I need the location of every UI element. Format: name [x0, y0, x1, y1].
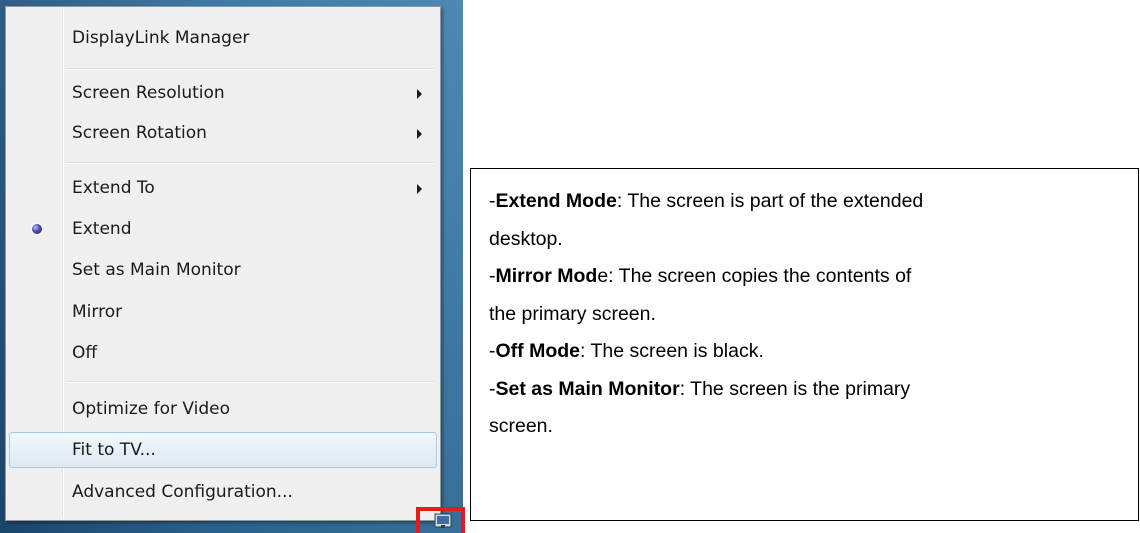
- desc-line-mirror-mode: -Mirror Mode: The screen copies the cont…: [489, 258, 1138, 296]
- desc-text: : The screen is part of the extended: [616, 190, 924, 212]
- menu-item-off[interactable]: Off: [9, 335, 437, 371]
- menu-item-label: DisplayLink Manager: [72, 28, 250, 48]
- menu-separator: [66, 68, 434, 70]
- menu-item-advanced-configuration[interactable]: Advanced Configuration...: [9, 474, 437, 510]
- desc-term-off-mode: Off Mode: [495, 340, 580, 362]
- submenu-arrow-icon: [417, 129, 422, 139]
- displaylink-tray-icon-graphic: [434, 513, 452, 528]
- desc-text: screen.: [489, 415, 553, 437]
- menu-item-displaylink-manager[interactable]: DisplayLink Manager: [9, 20, 437, 56]
- menu-item-label: Off: [72, 343, 98, 363]
- menu-item-mirror[interactable]: Mirror: [9, 294, 437, 330]
- menu-item-label: Screen Rotation: [72, 123, 207, 143]
- desc-line-off-mode: -Off Mode: The screen is black.: [489, 333, 1138, 371]
- displaylink-context-menu: DisplayLink Manager Screen Resolution Sc…: [5, 6, 441, 521]
- desc-text: the primary screen.: [489, 302, 656, 325]
- desc-term-set-as-main-monitor: Set as Main Monitor: [495, 377, 680, 400]
- menu-item-set-as-main-monitor[interactable]: Set as Main Monitor: [9, 252, 437, 288]
- submenu-arrow-icon: [417, 89, 422, 99]
- desc-line-continuation: screen.: [489, 408, 1138, 446]
- radio-selected-icon: [32, 224, 42, 234]
- desc-line-set-as-main-monitor: -Set as Main Monitor: The screen is the …: [489, 371, 1138, 409]
- menu-item-extend[interactable]: Extend: [9, 211, 437, 247]
- menu-separator: [66, 162, 434, 164]
- menu-item-label: Advanced Configuration...: [72, 482, 293, 502]
- submenu-arrow-icon: [417, 184, 422, 194]
- menu-item-optimize-for-video[interactable]: Optimize for Video: [9, 391, 437, 427]
- menu-item-label: Screen Resolution: [72, 83, 225, 103]
- menu-item-label: Extend To: [72, 178, 155, 198]
- menu-item-screen-resolution[interactable]: Screen Resolution: [9, 75, 437, 111]
- menu-item-fit-to-tv[interactable]: Fit to TV...: [9, 432, 437, 468]
- desc-line-extend-mode: -Extend Mode: The screen is part of the …: [489, 183, 1138, 221]
- displaylink-tray-icon[interactable]: [434, 512, 452, 529]
- desc-line-continuation: desktop.: [489, 221, 1138, 259]
- menu-item-label: Set as Main Monitor: [72, 260, 241, 280]
- desc-text: : The screen is the primary: [679, 377, 911, 400]
- desc-term-mirror-mode: Mirror Mod: [495, 265, 598, 287]
- desc-term-extend-mode: Extend Mode: [495, 190, 617, 212]
- menu-separator: [66, 381, 434, 383]
- menu-item-label: Mirror: [72, 302, 123, 322]
- menu-item-label: Optimize for Video: [72, 399, 231, 419]
- desc-line-continuation: the primary screen.: [489, 296, 1138, 334]
- desc-text: e: The screen copies the contents of: [597, 265, 912, 287]
- menu-item-label: Extend: [72, 219, 132, 239]
- mode-description-box: -Extend Mode: The screen is part of the …: [470, 168, 1139, 521]
- menu-item-label: Fit to TV...: [72, 440, 156, 460]
- menu-item-screen-rotation[interactable]: Screen Rotation: [9, 115, 437, 151]
- menu-item-extend-to[interactable]: Extend To: [9, 170, 437, 206]
- desc-text: : The screen is black.: [579, 340, 764, 362]
- desc-text: desktop.: [489, 227, 563, 250]
